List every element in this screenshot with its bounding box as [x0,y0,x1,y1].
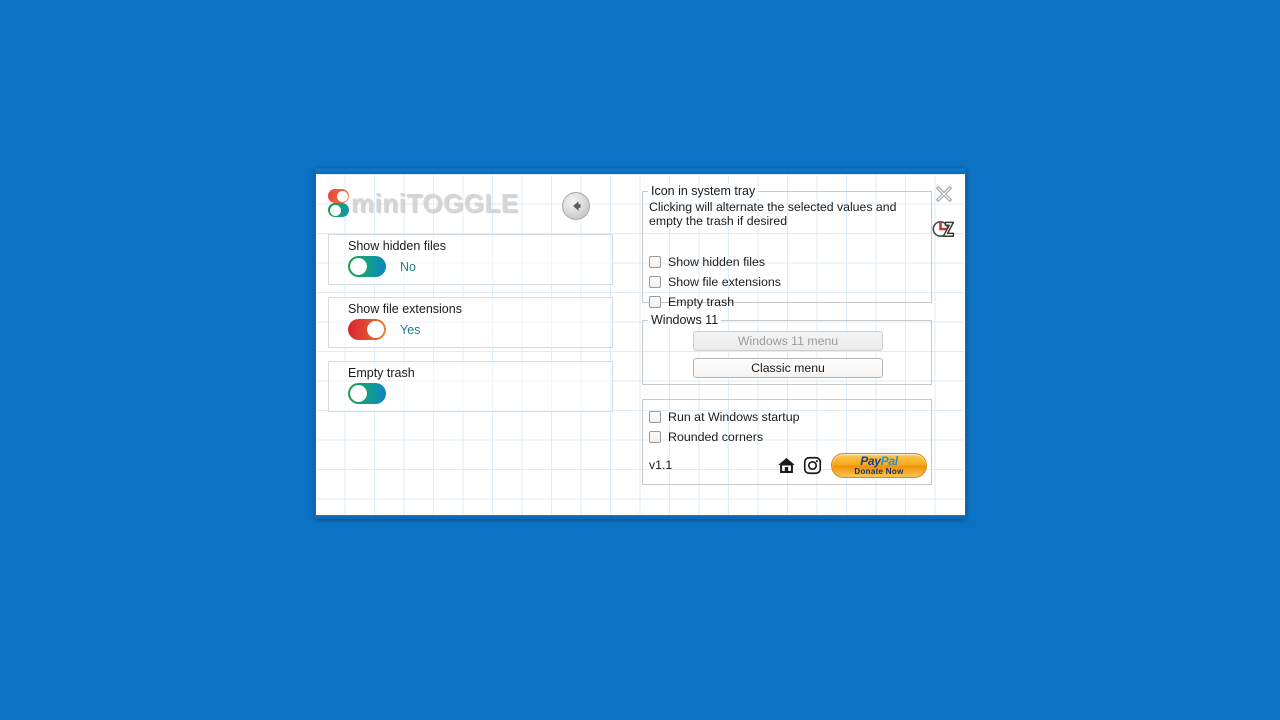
group-show-hidden-files: Show hidden files No [328,234,613,285]
checkbox-label: Rounded corners [668,430,764,444]
group-empty-trash: Empty trash [328,361,613,412]
footer-icon-group [777,456,822,475]
toggle-knob [367,321,384,338]
right-column: Icon in system tray Clicking will altern… [642,174,942,517]
toggle-empty-trash[interactable] [348,383,386,404]
checkbox-box-icon[interactable] [649,276,661,288]
paypal-subtitle: Donate Now [854,466,904,476]
paypal-donate-button[interactable]: PayPal Donate Now [831,452,927,478]
toggle-show-file-extensions[interactable] [348,319,386,340]
logo-knob-bottom [329,204,341,216]
checkbox-label: Empty trash [668,295,735,309]
back-button[interactable] [562,192,590,220]
close-icon [936,186,952,202]
group-label-empty-trash: Empty trash [348,366,415,380]
paypal-wordmark: PayPal [860,455,898,467]
tray-icon-button[interactable] [932,218,956,240]
checkbox-box-icon[interactable] [649,411,661,423]
close-button[interactable] [934,184,954,204]
footer-row: v1.1 PayPal Donate Now [649,452,927,478]
switch-row-file-extensions: Yes [348,319,420,340]
checkbox-run-at-startup[interactable]: Run at Windows startup [649,407,800,427]
tray-description: Clicking will alternate the selected val… [649,200,897,229]
legend-system-tray: Icon in system tray [648,184,759,198]
fieldset-misc-options: Run at Windows startup Rounded corners v… [642,399,932,485]
version-label: v1.1 [649,458,673,472]
classic-menu-button-label: Classic menu [751,361,825,375]
checkbox-box-icon[interactable] [649,431,661,443]
paypal-brand-pal: Pal [880,453,898,468]
home-icon[interactable] [777,456,796,475]
logo-pill-green-icon [328,203,349,217]
legend-windows-11: Windows 11 [648,313,722,327]
toggle-value-file-extensions: Yes [400,322,421,337]
fieldset-windows-11: Windows 11 Windows 11 menu Classic menu [642,313,932,385]
toggle-knob [350,258,367,275]
left-arrow-icon [573,201,581,211]
group-label-file-extensions: Show file extensions [348,302,462,316]
toggle-show-hidden-files[interactable] [348,256,386,277]
minitoggle-tray-icon [932,221,955,237]
checkbox-tray-show-file-extensions[interactable]: Show file extensions [649,272,781,292]
fieldset-system-tray: Icon in system tray Clicking will altern… [642,184,932,309]
switch-row-empty-trash [348,383,400,404]
checkbox-box-icon[interactable] [649,256,661,268]
logo-mark-icon [328,188,350,218]
misc-checkbox-list: Run at Windows startup Rounded corners [649,407,800,447]
windows-11-menu-button-label: Windows 11 menu [737,334,839,348]
window-body: miniTOGGLE Show hidden files No Show fil… [317,174,964,517]
windows-11-menu-button[interactable]: Windows 11 menu [693,331,883,351]
instagram-icon[interactable] [803,456,822,475]
app-window: miniTOGGLE Show hidden files No Show fil… [315,168,966,519]
group-label-hidden-files: Show hidden files [348,239,446,253]
logo-knob-top [336,190,348,202]
app-title: miniTOGGLE [351,188,519,218]
checkbox-tray-show-hidden-files[interactable]: Show hidden files [649,252,781,272]
toggle-knob [350,385,367,402]
checkbox-box-icon[interactable] [649,296,661,308]
switch-row-hidden-files: No [348,256,416,277]
logo-pill-red-icon [328,189,349,203]
checkbox-label: Run at Windows startup [668,410,800,424]
window-bottom-edge [316,515,965,518]
checkbox-rounded-corners[interactable]: Rounded corners [649,427,800,447]
classic-menu-button[interactable]: Classic menu [693,358,883,378]
toggle-value-hidden-files: No [400,259,416,274]
app-logo: miniTOGGLE [328,188,519,218]
checkbox-label: Show hidden files [668,255,766,269]
checkbox-tray-empty-trash[interactable]: Empty trash [649,292,781,312]
group-show-file-extensions: Show file extensions Yes [328,297,613,348]
checkbox-label: Show file extensions [668,275,781,289]
tray-checkbox-list: Show hidden files Show file extensions E… [649,252,781,312]
paypal-brand-pay: Pay [860,453,881,468]
